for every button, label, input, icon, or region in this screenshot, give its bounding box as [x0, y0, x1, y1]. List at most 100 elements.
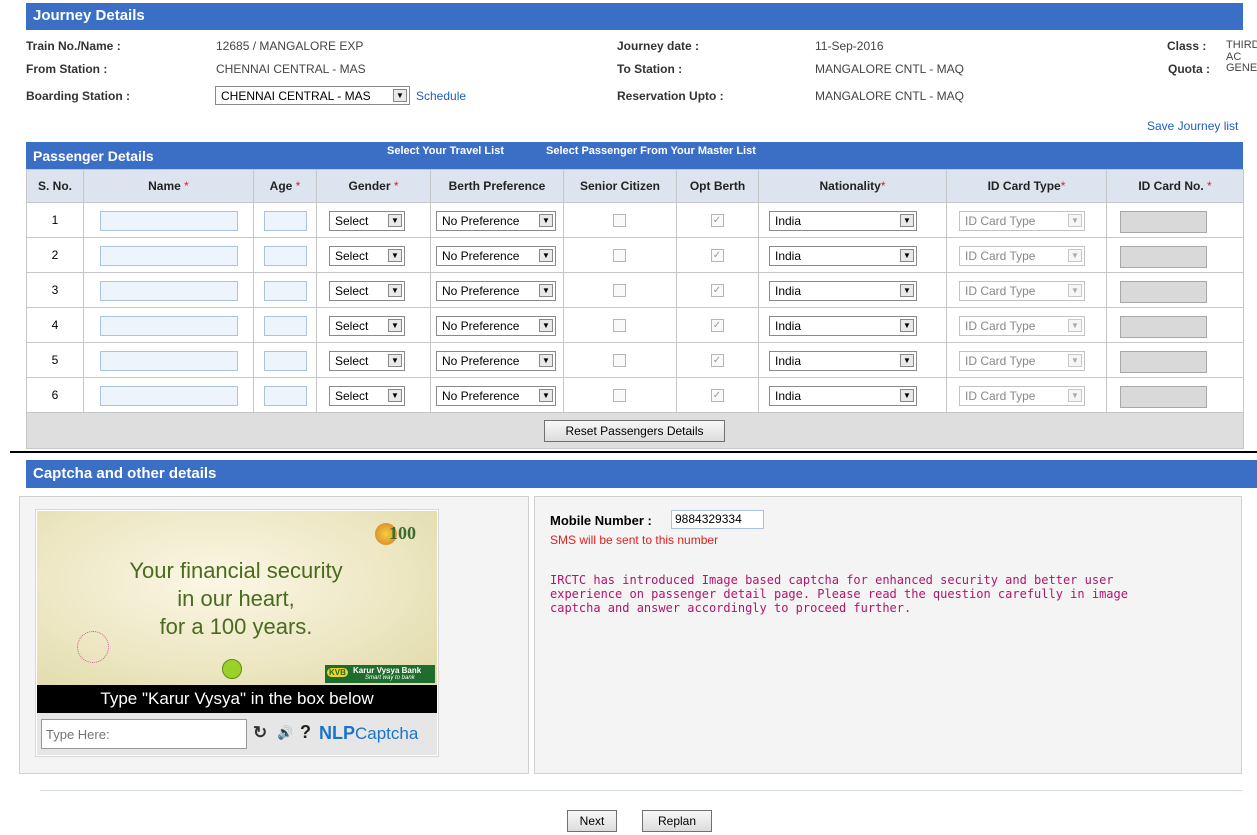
- passenger-age-input[interactable]: [264, 281, 307, 301]
- journey-details-header: Journey Details: [26, 3, 1243, 30]
- senior-citizen-checkbox[interactable]: [613, 354, 626, 367]
- gender-select[interactable]: Select ▼: [329, 211, 405, 231]
- chevron-down-icon: ▼: [539, 214, 553, 227]
- footer-divider: [40, 790, 1242, 791]
- to-station-value: MANGALORE CNTL - MAQ: [815, 62, 964, 76]
- passenger-name-input[interactable]: [100, 351, 238, 371]
- refresh-icon[interactable]: ↻: [253, 723, 267, 743]
- passenger-name-input[interactable]: [100, 211, 238, 231]
- chevron-down-icon: ▼: [900, 319, 914, 332]
- schedule-link[interactable]: Schedule: [416, 89, 466, 103]
- passenger-age-input[interactable]: [264, 211, 307, 231]
- berth-preference-select[interactable]: No Preference ▼: [436, 211, 556, 231]
- chevron-down-icon: ▼: [388, 284, 402, 297]
- id-card-type-select[interactable]: ID Card Type ▼: [959, 281, 1085, 301]
- chevron-down-icon: ▼: [900, 284, 914, 297]
- reservation-upto-value: MANGALORE CNTL - MAQ: [815, 89, 964, 103]
- captcha-widget: Your financial security in our heart, fo…: [35, 509, 439, 757]
- passenger-age-input[interactable]: [264, 351, 307, 371]
- passenger-name-input[interactable]: [100, 386, 238, 406]
- quota-value: GENERAL: [1226, 62, 1257, 74]
- mobile-number-label: Mobile Number :: [550, 513, 652, 528]
- id-card-type-select[interactable]: ID Card Type ▼: [959, 316, 1085, 336]
- gender-select[interactable]: Select ▼: [329, 281, 405, 301]
- nationality-select[interactable]: India ▼: [769, 316, 917, 336]
- passenger-sno: 1: [26, 202, 84, 238]
- id-card-number-input[interactable]: [1120, 386, 1207, 408]
- senior-citizen-checkbox[interactable]: [613, 389, 626, 402]
- boarding-station-select[interactable]: CHENNAI CENTRAL - MAS ▼: [215, 86, 410, 105]
- senior-citizen-checkbox[interactable]: [613, 249, 626, 262]
- id-card-type-select[interactable]: ID Card Type ▼: [959, 386, 1085, 406]
- passenger-details-title: Passenger Details: [33, 148, 154, 164]
- chevron-down-icon: ▼: [388, 249, 402, 262]
- reset-passengers-button[interactable]: Reset Passengers Details: [544, 420, 725, 442]
- berth-preference-select[interactable]: No Preference ▼: [436, 281, 556, 301]
- senior-citizen-checkbox[interactable]: [613, 319, 626, 332]
- passenger-age-input[interactable]: [264, 316, 307, 336]
- id-card-number-input[interactable]: [1120, 211, 1207, 233]
- boarding-station-value: CHENNAI CENTRAL - MAS: [221, 88, 371, 103]
- nationality-select[interactable]: India ▼: [769, 211, 917, 231]
- berth-preference-select[interactable]: No Preference ▼: [436, 246, 556, 266]
- reservation-upto-label: Reservation Upto :: [617, 89, 724, 103]
- chevron-down-icon: ▼: [388, 319, 402, 332]
- passenger-age-input[interactable]: [264, 386, 307, 406]
- col-nationality: Nationality*: [758, 169, 947, 203]
- help-icon[interactable]: ?: [300, 722, 311, 743]
- berth-preference-select[interactable]: No Preference ▼: [436, 386, 556, 406]
- gender-select[interactable]: Select ▼: [329, 386, 405, 406]
- gender-select[interactable]: Select ▼: [329, 316, 405, 336]
- opt-berth-checkbox[interactable]: ✓: [710, 389, 724, 402]
- captcha-answer-input[interactable]: [41, 719, 247, 749]
- passenger-age-input[interactable]: [264, 246, 307, 266]
- master-list-link[interactable]: Select Passenger From Your Master List: [546, 145, 756, 157]
- nlpcaptcha-logo: NLPCaptcha: [319, 723, 419, 743]
- chevron-down-icon: ▼: [539, 354, 553, 367]
- opt-berth-checkbox[interactable]: ✓: [710, 249, 724, 262]
- gender-select[interactable]: Select ▼: [329, 351, 405, 371]
- chevron-down-icon: ▼: [1068, 214, 1082, 227]
- opt-berth-checkbox[interactable]: ✓: [710, 284, 724, 297]
- opt-berth-checkbox[interactable]: ✓: [710, 354, 724, 367]
- next-button[interactable]: Next: [567, 810, 617, 832]
- senior-citizen-checkbox[interactable]: [613, 214, 626, 227]
- smiley-icon: [222, 659, 242, 679]
- mobile-number-field[interactable]: 9884329334: [671, 510, 764, 529]
- nationality-select[interactable]: India ▼: [769, 386, 917, 406]
- id-card-number-input[interactable]: [1120, 281, 1207, 303]
- chevron-down-icon: ▼: [900, 249, 914, 262]
- passenger-sno: 5: [26, 342, 84, 378]
- passenger-name-input[interactable]: [100, 281, 238, 301]
- opt-berth-checkbox[interactable]: ✓: [710, 319, 724, 332]
- col-senior: Senior Citizen: [563, 169, 677, 203]
- berth-preference-select[interactable]: No Preference ▼: [436, 351, 556, 371]
- replan-button[interactable]: Replan: [642, 810, 712, 832]
- id-card-number-input[interactable]: [1120, 351, 1207, 373]
- passenger-name-input[interactable]: [100, 316, 238, 336]
- captcha-question: Type "Karur Vysya" in the box below: [37, 685, 437, 713]
- berth-preference-select[interactable]: No Preference ▼: [436, 316, 556, 336]
- class-label: Class :: [1167, 39, 1207, 53]
- nationality-select[interactable]: India ▼: [769, 246, 917, 266]
- id-card-number-input[interactable]: [1120, 316, 1207, 338]
- save-journey-list-link[interactable]: Save Journey list: [1147, 119, 1238, 133]
- id-card-number-input[interactable]: [1120, 246, 1207, 268]
- id-card-type-select[interactable]: ID Card Type ▼: [959, 246, 1085, 266]
- passenger-sno: 2: [26, 237, 84, 273]
- opt-berth-checkbox[interactable]: ✓: [710, 214, 724, 227]
- audio-icon[interactable]: 🔊: [277, 725, 293, 741]
- travel-list-link[interactable]: Select Your Travel List: [387, 145, 504, 157]
- chevron-down-icon: ▼: [900, 389, 914, 402]
- anniversary-logo: 100: [375, 519, 433, 559]
- id-card-type-select[interactable]: ID Card Type ▼: [959, 351, 1085, 371]
- id-card-type-select[interactable]: ID Card Type ▼: [959, 211, 1085, 231]
- gender-select[interactable]: Select ▼: [329, 246, 405, 266]
- nationality-select[interactable]: India ▼: [769, 351, 917, 371]
- decoration-icon: [77, 631, 109, 663]
- passenger-name-input[interactable]: [100, 246, 238, 266]
- senior-citizen-checkbox[interactable]: [613, 284, 626, 297]
- captcha-details-header: Captcha and other details: [26, 460, 1257, 488]
- nationality-select[interactable]: India ▼: [769, 281, 917, 301]
- passenger-details-header: Passenger Details Select Your Travel Lis…: [26, 142, 1243, 169]
